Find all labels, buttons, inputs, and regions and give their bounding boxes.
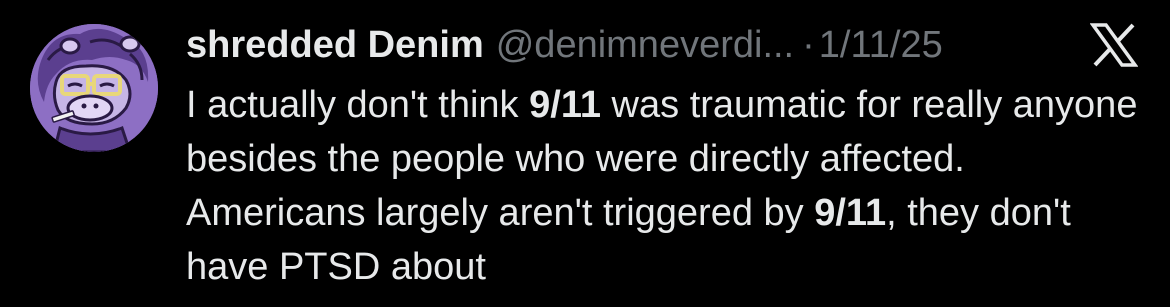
x-logo-svg <box>1090 23 1138 67</box>
avatar[interactable] <box>30 24 158 152</box>
tweet-date[interactable]: 1/11/25 <box>819 20 943 70</box>
tweet-text-bold-segment: 9/11 <box>529 84 601 126</box>
tweet-card[interactable]: shredded Denim @denimneverdi... · 1/11/2… <box>0 0 1170 307</box>
tweet-text-bold-segment: 9/11 <box>814 192 887 234</box>
user-handle[interactable]: @denimneverdi... <box>496 20 794 70</box>
separator-dot: · <box>802 24 815 66</box>
cartoon-character-avatar-icon <box>30 24 158 152</box>
x-logo-icon[interactable] <box>1086 20 1142 70</box>
display-name[interactable]: shredded Denim <box>186 20 484 70</box>
tweet-text-segment: I actually don't think <box>186 84 530 126</box>
tweet-text: I actually don't think 9/11 was traumati… <box>186 78 1146 294</box>
tweet-header: shredded Denim @denimneverdi... · 1/11/2… <box>186 20 943 70</box>
